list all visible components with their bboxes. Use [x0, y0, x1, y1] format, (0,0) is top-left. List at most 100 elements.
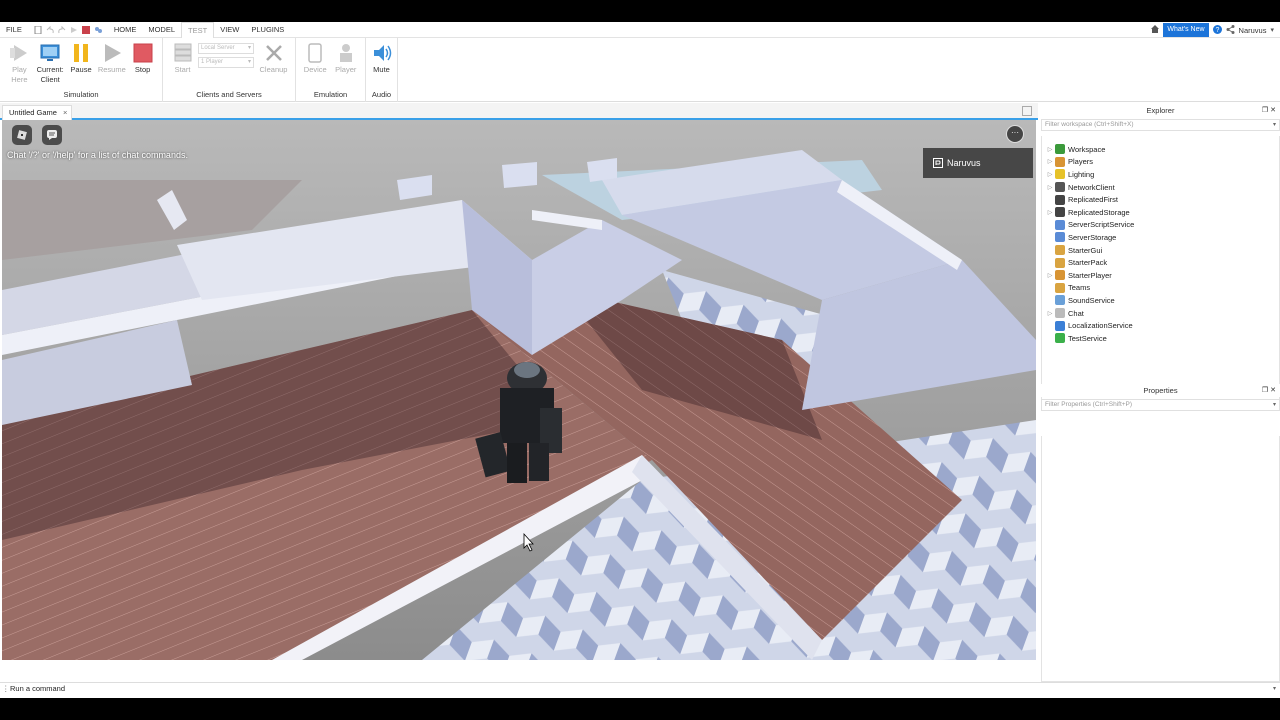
explorer-item[interactable]: TestService — [1042, 332, 1279, 345]
restore-window-icon[interactable] — [1022, 106, 1032, 116]
explorer-item[interactable]: ▷ ReplicatedStorage — [1042, 206, 1279, 219]
chat-hint-text: Chat '/?' or '/help' for a list of chat … — [7, 150, 188, 160]
command-bar-input[interactable]: Run a command — [0, 682, 1280, 695]
expand-arrow-icon[interactable]: ▷ — [1045, 146, 1055, 153]
menu-bar: FILE HOME MODEL TEST VIEW PLUGINS What's… — [0, 21, 1280, 38]
tab-title: Untitled Game — [9, 108, 57, 117]
service-icon — [1055, 156, 1065, 167]
menu-file[interactable]: FILE — [0, 22, 28, 38]
properties-filter-input[interactable]: Filter Properties (Ctrl+Shift+P) — [1041, 399, 1280, 411]
team-create-icon[interactable] — [94, 26, 102, 34]
menu-test[interactable]: TEST — [181, 21, 215, 38]
server-icon — [172, 42, 194, 64]
chevron-down-icon[interactable]: ▾ — [1270, 26, 1274, 34]
speaker-icon — [371, 42, 393, 64]
server-type-select[interactable]: Local Server — [198, 43, 254, 54]
expand-arrow-icon[interactable]: ▷ — [1045, 272, 1055, 279]
emulation-group-label: Emulation — [313, 90, 348, 99]
premium-icon — [933, 158, 943, 168]
close-panel-icon[interactable]: ✕ — [1270, 107, 1276, 114]
service-icon — [1055, 245, 1065, 256]
explorer-item[interactable]: LocalizationService — [1042, 319, 1279, 332]
username[interactable]: Naruvus — [1239, 26, 1267, 35]
undo-icon[interactable] — [46, 25, 54, 34]
explorer-tree: ▷ Workspace ▷ Players ▷ Lighting ▷ NetworkClien… — [1041, 136, 1280, 402]
simulation-group-label: Simulation — [63, 90, 99, 99]
explorer-item-label: Chat — [1068, 308, 1084, 318]
more-options-button[interactable]: ··· — [1006, 125, 1024, 143]
explorer-item[interactable]: ▷ Players — [1042, 156, 1279, 169]
explorer-item[interactable]: ▷ Lighting — [1042, 168, 1279, 181]
tab-untitled-game[interactable]: Untitled Game × — [2, 105, 73, 120]
roblox-menu-button[interactable] — [12, 125, 32, 145]
expand-arrow-icon[interactable]: ▷ — [1045, 310, 1055, 317]
game-viewport[interactable]: Chat '/?' or '/help' for a list of chat … — [2, 120, 1036, 660]
properties-list — [1041, 436, 1280, 682]
ribbon-toolbar: Play Here Current: Client Pause Resume S… — [0, 38, 1280, 102]
explorer-item-label: TestService — [1068, 333, 1107, 343]
explorer-item[interactable]: SoundService — [1042, 294, 1279, 307]
clients-servers-group: Start Local Server 1 Player Cleanup Clie… — [163, 38, 296, 102]
menu-home[interactable]: HOME — [108, 22, 143, 38]
service-icon — [1055, 207, 1065, 218]
properties-header: Properties ❐ ✕ — [1041, 384, 1280, 397]
menu-plugins[interactable]: PLUGINS — [245, 22, 290, 38]
expand-arrow-icon[interactable]: ▷ — [1045, 184, 1055, 191]
device-icon — [304, 42, 326, 64]
explorer-item[interactable]: ReplicatedFirst — [1042, 193, 1279, 206]
close-panel-icon[interactable]: ✕ — [1270, 387, 1276, 394]
explorer-item[interactable]: ▷ Workspace — [1042, 143, 1279, 156]
player-count-select[interactable]: 1 Player — [198, 57, 254, 68]
document-tab-bar: Untitled Game × — [0, 103, 1038, 120]
service-icon — [1055, 320, 1065, 331]
explorer-filter-input[interactable]: Filter workspace (Ctrl+Shift+X) — [1041, 119, 1280, 131]
expand-arrow-icon[interactable]: ▷ — [1045, 209, 1055, 216]
menu-model[interactable]: MODEL — [142, 22, 181, 38]
redo-icon[interactable] — [58, 25, 66, 34]
expand-arrow-icon[interactable]: ▷ — [1045, 158, 1055, 165]
service-icon — [1055, 219, 1065, 230]
roblox-studio-window: FILE HOME MODEL TEST VIEW PLUGINS What's… — [0, 21, 1280, 698]
play-here-icon — [8, 42, 30, 64]
resume-icon — [101, 42, 123, 64]
explorer-item[interactable]: ▷ NetworkClient — [1042, 181, 1279, 194]
explorer-item[interactable]: ▷ StarterPlayer — [1042, 269, 1279, 282]
chat-toggle-button[interactable] — [42, 125, 62, 145]
clients-servers-group-label: Clients and Servers — [196, 90, 262, 99]
service-icon — [1055, 182, 1065, 193]
play-icon[interactable] — [70, 26, 78, 34]
audio-group: Mute Audio — [366, 38, 398, 102]
explorer-item[interactable]: Teams — [1042, 282, 1279, 295]
panel-controls: ❐ ✕ — [1262, 384, 1276, 397]
explorer-item[interactable]: StarterPack — [1042, 256, 1279, 269]
help-icon[interactable]: ? — [1212, 24, 1222, 36]
menu-view[interactable]: VIEW — [214, 22, 245, 38]
float-panel-icon[interactable]: ❐ — [1262, 107, 1268, 114]
service-icon — [1055, 270, 1065, 281]
explorer-item-label: ReplicatedStorage — [1068, 207, 1130, 217]
tab-close-icon[interactable]: × — [63, 106, 67, 120]
home-icon[interactable] — [1151, 25, 1160, 35]
explorer-item-label: LocalizationService — [1068, 321, 1133, 331]
share-icon[interactable] — [1226, 24, 1235, 36]
explorer-item-label: StarterPlayer — [1068, 270, 1112, 280]
monitor-icon — [39, 42, 61, 64]
expand-arrow-icon[interactable]: ▷ — [1045, 171, 1055, 178]
scene-render — [2, 120, 1036, 660]
player-name: Naruvus — [947, 158, 981, 168]
explorer-item-label: NetworkClient — [1068, 182, 1115, 192]
emulation-group: Device Player Emulation — [296, 38, 366, 102]
explorer-item[interactable]: ServerStorage — [1042, 231, 1279, 244]
explorer-item[interactable]: StarterGui — [1042, 244, 1279, 257]
float-panel-icon[interactable]: ❐ — [1262, 387, 1268, 394]
new-file-icon[interactable] — [34, 25, 42, 34]
whats-new-button[interactable]: What's New — [1163, 23, 1209, 37]
explorer-item-label: StarterPack — [1068, 258, 1108, 268]
player-list-entry[interactable]: Naruvus — [923, 148, 1033, 178]
explorer-item-label: Lighting — [1068, 169, 1095, 179]
explorer-item[interactable]: ▷ Chat — [1042, 307, 1279, 320]
close-icon — [263, 42, 285, 64]
stop-icon[interactable] — [81, 25, 90, 34]
explorer-item[interactable]: ServerScriptService — [1042, 219, 1279, 232]
roblox-logo-icon — [17, 130, 27, 140]
